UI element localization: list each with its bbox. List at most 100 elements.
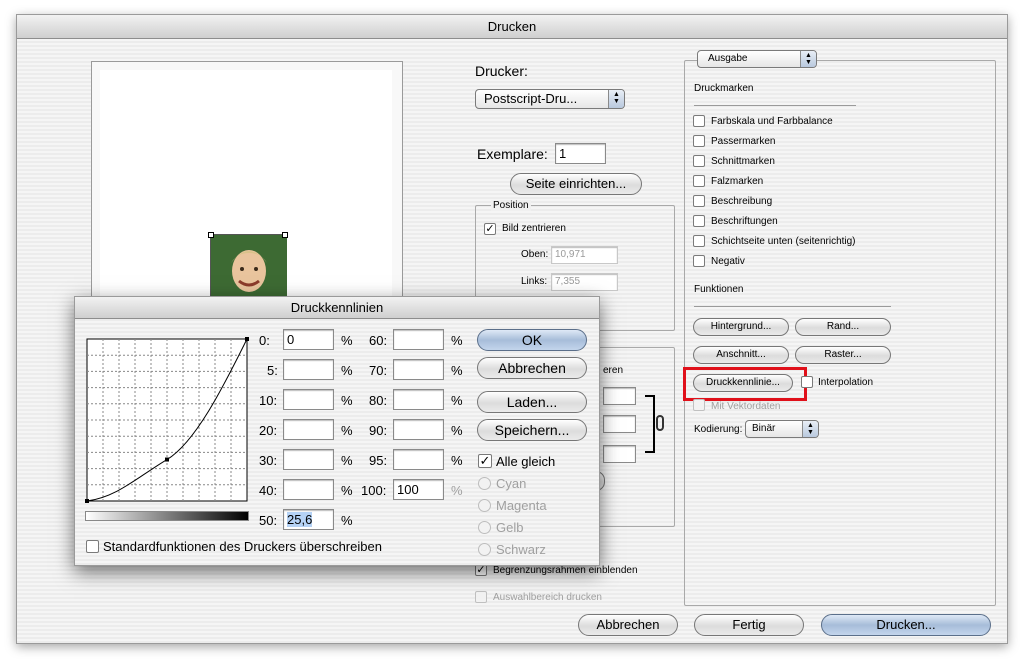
copies-label: Exemplare: xyxy=(477,146,548,162)
override-checkbox[interactable] xyxy=(86,540,99,553)
field-input-0[interactable]: 0 xyxy=(283,329,334,350)
field-label-60: 60: xyxy=(369,333,388,348)
page-setup-button[interactable]: Seite einrichten... xyxy=(510,173,642,195)
curve-point-1[interactable] xyxy=(165,457,169,462)
percent-label: % xyxy=(451,483,463,498)
channel-radio-cyan[interactable] xyxy=(478,477,491,490)
mark-label-3: Falzmarken xyxy=(711,176,764,187)
mark-checkbox-4[interactable] xyxy=(693,195,705,207)
center-image-label: Bild zentrieren xyxy=(502,223,566,234)
field-label-10: 10: xyxy=(259,393,278,408)
field-label-20: 20: xyxy=(259,423,278,438)
output-select[interactable]: Ausgabe ▲ ▼ xyxy=(697,50,817,68)
preview-image[interactable] xyxy=(208,232,288,305)
mark-checkbox-5[interactable] xyxy=(693,215,705,227)
field-input-50[interactable]: 25,6 xyxy=(283,509,334,530)
mark-checkbox-2[interactable] xyxy=(693,155,705,167)
percent-label: % xyxy=(451,393,463,408)
vector-label: Mit Vektordaten xyxy=(711,401,781,412)
transfer-curve-graph[interactable] xyxy=(85,337,249,503)
link-chain-icon[interactable] xyxy=(656,415,664,431)
border-button[interactable]: Rand... xyxy=(795,318,891,336)
transfer-cancel-button[interactable]: Abbrechen xyxy=(477,357,587,379)
gray-ramp xyxy=(85,511,249,521)
field-input-5[interactable] xyxy=(283,359,334,380)
percent-label: % xyxy=(341,513,353,528)
printer-select[interactable]: Postscript-Dru... ▲ ▼ xyxy=(475,89,625,109)
percent-label: % xyxy=(451,453,463,468)
field-input-100[interactable]: 100 xyxy=(393,479,444,500)
transfer-button[interactable]: Druckkennlinie... xyxy=(693,374,793,392)
functions-separator xyxy=(694,306,891,307)
handle-top-left[interactable] xyxy=(208,232,214,238)
field-label-5: 5: xyxy=(267,363,278,378)
interpolation-checkbox[interactable] xyxy=(801,376,813,388)
field-input-10[interactable] xyxy=(283,389,334,410)
mark-label-1: Passermarken xyxy=(711,136,776,147)
override-label: Standardfunktionen des Druckers überschr… xyxy=(103,539,382,554)
field-input-70[interactable] xyxy=(393,359,444,380)
mark-checkbox-3[interactable] xyxy=(693,175,705,187)
channel-radio-magenta[interactable] xyxy=(478,499,491,512)
channel-radio-yellow[interactable] xyxy=(478,521,491,534)
channel-label-cyan: Cyan xyxy=(496,476,527,491)
mark-checkbox-0[interactable] xyxy=(693,115,705,127)
preview-frame xyxy=(91,61,403,311)
vector-checkbox[interactable] xyxy=(693,399,705,411)
background-button[interactable]: Hintergrund... xyxy=(693,318,789,336)
screen-button[interactable]: Raster... xyxy=(795,346,891,364)
percent-label: % xyxy=(341,453,353,468)
scaled-partial-label: eren xyxy=(603,365,624,376)
height-input[interactable] xyxy=(603,415,636,433)
field-label-40: 40: xyxy=(259,483,278,498)
width-input[interactable] xyxy=(603,445,636,463)
ok-button[interactable]: OK xyxy=(477,329,587,351)
left-input[interactable]: 7,355 xyxy=(551,273,618,291)
interpolation-label: Interpolation xyxy=(818,377,874,388)
mark-checkbox-6[interactable] xyxy=(693,235,705,247)
field-input-60[interactable] xyxy=(393,329,444,350)
marks-separator xyxy=(694,105,856,106)
link-bracket xyxy=(645,395,655,453)
field-input-20[interactable] xyxy=(283,419,334,440)
encoding-select-value: Binär xyxy=(752,423,776,434)
mark-label-2: Schnittmarken xyxy=(711,156,775,167)
output-select-value: Ausgabe xyxy=(708,53,748,64)
top-input[interactable]: 10,971 xyxy=(551,246,618,264)
mark-checkbox-7[interactable] xyxy=(693,255,705,267)
mark-label-5: Beschriftungen xyxy=(711,216,778,227)
bleed-button[interactable]: Anschnitt... xyxy=(693,346,789,364)
mark-label-6: Schichtseite unten (seitenrichtig) xyxy=(711,236,856,247)
field-input-80[interactable] xyxy=(393,389,444,410)
mark-label-7: Negativ xyxy=(711,256,745,267)
print-selection-label: Auswahlbereich drucken xyxy=(493,592,602,603)
all-same-checkbox[interactable]: ✓ xyxy=(478,454,492,468)
print-selection-checkbox[interactable] xyxy=(475,591,487,603)
handle-top-right[interactable] xyxy=(282,232,288,238)
scale-input[interactable] xyxy=(603,387,636,405)
center-image-checkbox[interactable]: ✓ xyxy=(484,223,496,235)
field-input-90[interactable] xyxy=(393,419,444,440)
field-input-30[interactable] xyxy=(283,449,334,470)
channel-radio-black[interactable] xyxy=(478,543,491,556)
percent-label: % xyxy=(341,333,353,348)
curve-point-0[interactable] xyxy=(85,499,89,503)
curve-point-2[interactable] xyxy=(245,337,249,341)
field-input-95[interactable] xyxy=(393,449,444,470)
save-button[interactable]: Speichern... xyxy=(477,419,587,441)
encoding-select[interactable]: Binär ▲ ▼ xyxy=(745,420,819,438)
percent-label: % xyxy=(341,423,353,438)
load-button[interactable]: Laden... xyxy=(477,391,587,413)
copies-input[interactable]: 1 xyxy=(555,143,606,164)
marks-heading: Druckmarken xyxy=(694,83,754,94)
cancel-button[interactable]: Abbrechen xyxy=(578,614,678,636)
percent-label: % xyxy=(341,483,353,498)
field-label-90: 90: xyxy=(369,423,388,438)
print-button[interactable]: Drucken... xyxy=(821,614,991,636)
mark-checkbox-1[interactable] xyxy=(693,135,705,147)
channel-label-magenta: Magenta xyxy=(496,498,547,513)
field-input-40[interactable] xyxy=(283,479,334,500)
done-button[interactable]: Fertig xyxy=(694,614,804,636)
encoding-label: Kodierung: xyxy=(694,424,743,435)
field-input-50-selection: 25,6 xyxy=(287,512,313,527)
